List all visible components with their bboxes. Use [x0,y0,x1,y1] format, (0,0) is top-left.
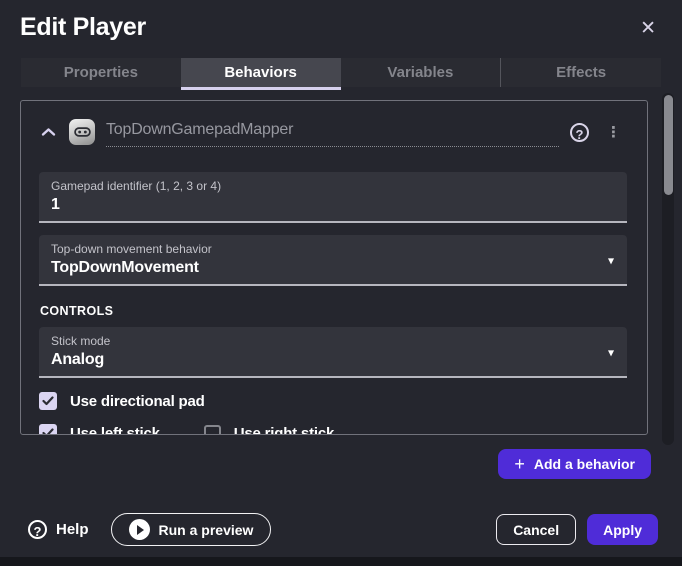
close-icon[interactable]: ✕ [636,13,660,44]
tab-effects[interactable]: Effects [500,58,661,87]
plus-icon: + [514,455,525,473]
behaviors-content: TopDownGamepadMapper ? ⋮ Gamepad identif… [20,100,662,435]
dialog-footer: ? Help Run a preview Cancel Apply [28,513,658,546]
edit-player-dialog: Edit Player ✕ Properties Behaviors Varia… [0,0,682,557]
checkbox-row-2: Use left stick Use right stick [39,424,627,435]
gamepad-identifier-field[interactable]: Gamepad identifier (1, 2, 3 or 4) 1 [39,172,627,223]
checkbox-label: Use directional pad [70,393,205,410]
scrollbar-thumb[interactable] [664,95,673,195]
stick-mode-value: Analog [51,351,613,369]
checkbox-label: Use left stick [70,425,160,436]
behavior-name-input[interactable]: TopDownGamepadMapper [106,121,559,147]
stick-mode-select[interactable]: Stick mode Analog ▾ [39,327,627,378]
use-right-stick-checkbox[interactable]: Use right stick [204,425,334,436]
dialog-title: Edit Player [20,13,146,42]
behavior-menu-kebab-icon[interactable]: ⋮ [600,123,627,142]
behavior-header: TopDownGamepadMapper ? ⋮ [39,115,627,149]
collapse-chevron-up-icon[interactable] [39,125,58,139]
checkbox-label: Use right stick [234,425,334,436]
apply-button[interactable]: Apply [587,514,658,545]
stick-mode-label: Stick mode [51,334,613,348]
checkbox-checked-icon [39,392,57,410]
use-left-stick-checkbox[interactable]: Use left stick [39,424,160,435]
use-directional-pad-checkbox[interactable]: Use directional pad [39,392,205,410]
gamepad-identifier-label: Gamepad identifier (1, 2, 3 or 4) [51,179,613,193]
add-behavior-row: + Add a behavior [0,449,651,479]
checkbox-row-1: Use directional pad [39,392,627,410]
behaviors-panel: TopDownGamepadMapper ? ⋮ Gamepad identif… [20,100,648,435]
run-preview-button[interactable]: Run a preview [111,513,272,546]
chevron-down-icon[interactable]: ▾ [608,346,614,358]
checkbox-unchecked-icon [204,425,221,436]
scrollbar-track[interactable] [662,93,674,445]
tab-variables[interactable]: Variables [341,58,501,87]
play-icon [129,519,150,540]
movement-behavior-value: TopDownMovement [51,259,613,277]
movement-behavior-label: Top-down movement behavior [51,242,613,256]
help-label: Help [56,521,89,538]
movement-behavior-select[interactable]: Top-down movement behavior TopDownMoveme… [39,235,627,286]
help-icon: ? [28,520,47,539]
cancel-button[interactable]: Cancel [496,514,576,545]
gamepad-icon [69,119,95,145]
add-behavior-label: Add a behavior [534,456,635,472]
run-preview-label: Run a preview [159,522,254,538]
help-button[interactable]: ? Help [28,520,89,539]
controls-section-title: CONTROLS [40,304,627,318]
checkbox-checked-icon [39,424,57,435]
chevron-down-icon[interactable]: ▾ [608,254,614,266]
tab-properties[interactable]: Properties [21,58,181,87]
tab-bar: Properties Behaviors Variables Effects [21,58,661,87]
gamepad-identifier-value: 1 [51,196,613,214]
add-behavior-button[interactable]: + Add a behavior [498,449,651,479]
dialog-header: Edit Player ✕ [0,0,682,58]
behavior-help-icon[interactable]: ? [570,123,589,142]
tab-behaviors[interactable]: Behaviors [181,58,341,87]
